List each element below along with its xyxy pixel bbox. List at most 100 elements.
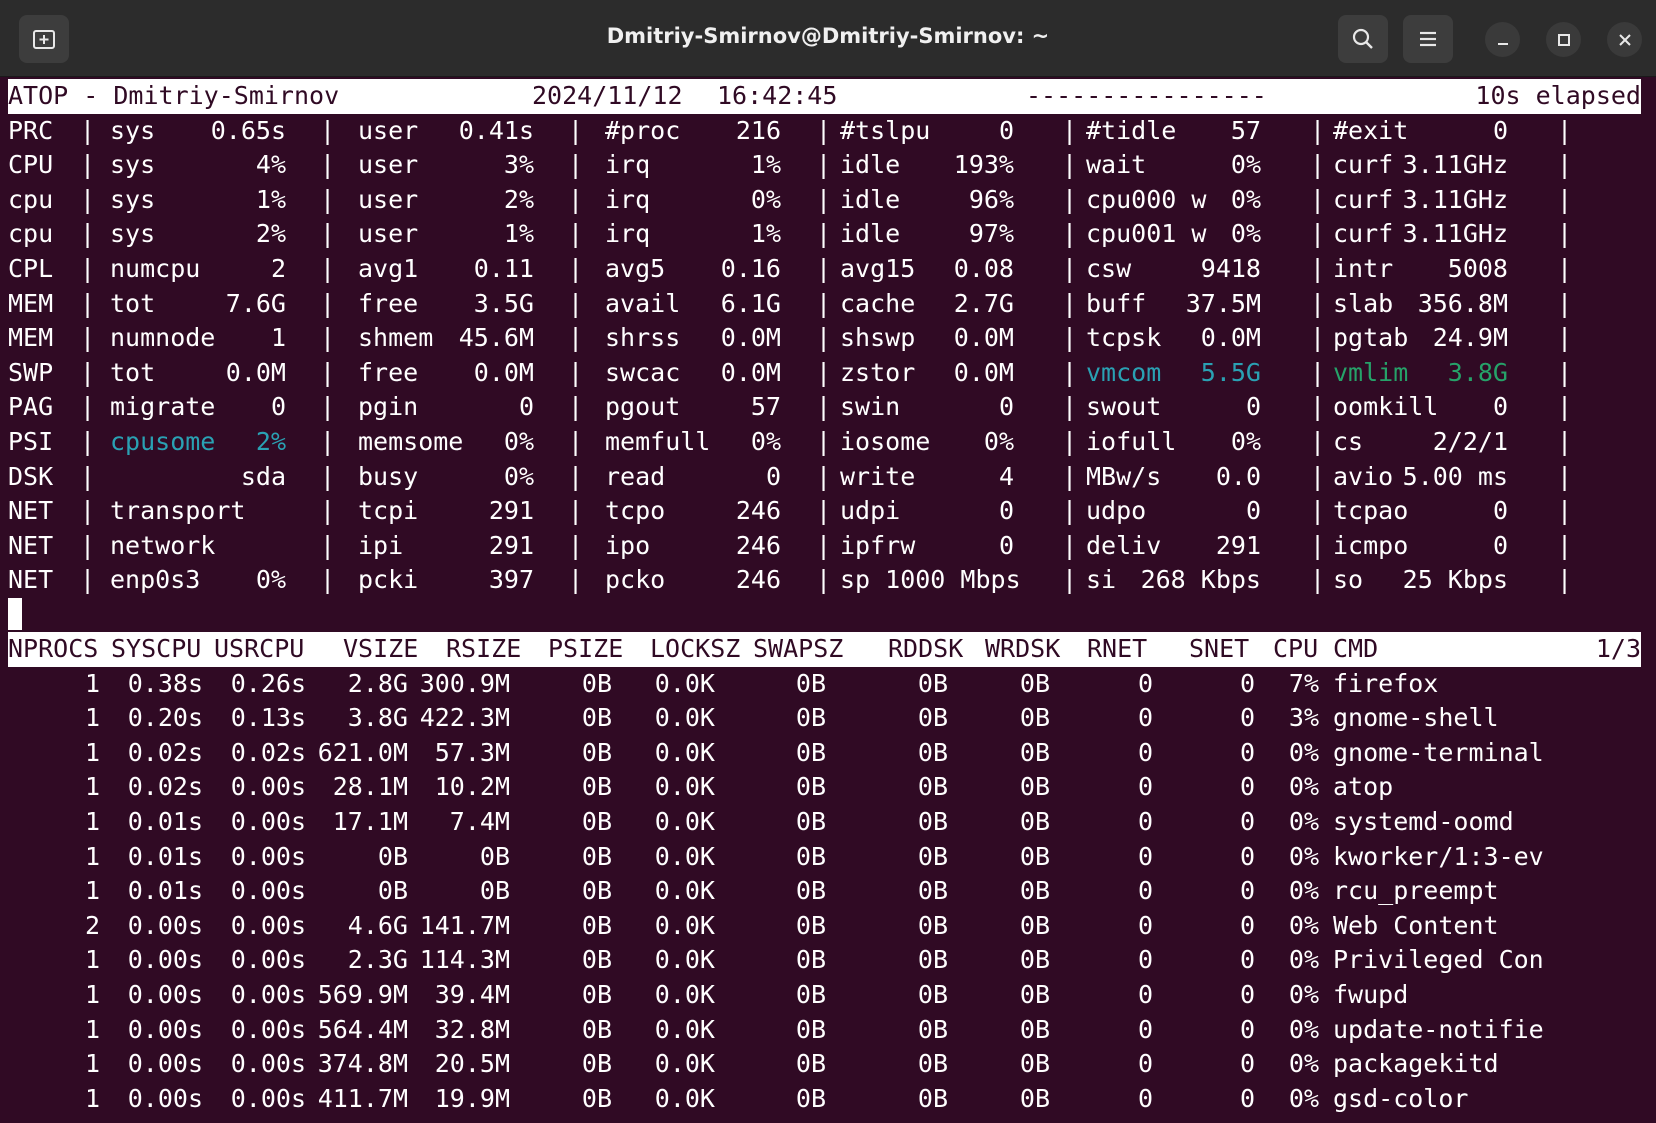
column-separator: | [1557,357,1573,387]
new-tab-button[interactable] [19,15,69,63]
header-elapsed: 10s elapsed [1475,81,1641,110]
stat-value: 0 [1492,392,1508,422]
maximize-icon [1557,33,1570,46]
column-header-wrdsk: WRDSK [985,634,1061,663]
process-row[interactable]: 1 0.00s 0.00s 569.9M 39.4M 0B 0.0K 0B 0B 0B 0 0 0% fw… [8,978,1641,1013]
column-separator: | [1557,254,1573,283]
column-header-nprocs: NPROCS [8,634,99,663]
process-row[interactable]: 1 0.01s 0.00s 17.1M 7.4M 0B 0.0K 0B 0B 0B 0 0 0% syst… [8,805,1641,840]
minimize-icon [1497,42,1508,45]
process-command: gnome-terminal [1333,737,1544,767]
stats-row-cpu: cpu | | | | | | | sys 1% user 2% irq 0% idle 96% cpu000 … [8,183,1641,218]
process-header-bar: NPROCS SYSCPU USRCPU VSIZE RSIZE PSIZE LOCKSZ S… [8,632,1641,667]
terminal-output[interactable]: ATOP - Dmitriy-Smirnov 2024/11/12 16:42:… [8,79,1649,1123]
column-separator: | [1557,219,1573,249]
stat-value: 25 Kbps [1402,565,1508,595]
stat-value: 24.9M [1432,323,1508,353]
process-row[interactable]: 1 0.02s 0.00s 28.1M 10.2M 0B 0.0K 0B 0B 0B 0 0 0% ato… [8,770,1641,805]
stats-row-cpu: CPU | | | | | | | sys 4% user 3% irq 1% idle 193% wait 0%… [8,148,1641,183]
process-cell: 7% [1288,668,1319,698]
process-cell: 0% [1288,945,1319,975]
process-row[interactable]: 1 0.20s 0.13s 3.8G 422.3M 0B 0.0K 0B 0B 0B 0 0 3% gno… [8,701,1641,736]
column-separator: | [1557,461,1573,491]
stat-value: 5008 [1447,254,1508,283]
stat-value: 3.11GHz [1402,150,1508,180]
stats-row-cpu: cpu | | | | | | | sys 2% user 1% irq 1% idle 97% cpu001 … [8,217,1641,252]
column-separator: | [80,530,96,560]
process-command: rcu_preempt [1333,876,1499,906]
stat-value: 0 [1492,115,1508,145]
process-command: firefox [1333,668,1439,698]
column-separator: | [1557,427,1573,456]
process-row[interactable]: 1 0.00s 0.00s 374.8M 20.5M 0B 0.0K 0B 0B 0B 0 0 0% pa… [8,1047,1641,1082]
process-row[interactable]: 1 0.00s 0.00s 411.7M 19.9M 0B 0.0K 0B 0B 0B 0 0 0% gs… [8,1082,1641,1117]
process-cell: 0% [1288,772,1319,802]
column-separator: | [1557,496,1573,526]
column-separator: | [816,565,832,595]
process-row[interactable]: 1 0.01s 0.00s 0B 0B 0B 0.0K 0B 0B 0B 0 0 0% kworker/1… [8,840,1641,875]
column-separator: | [1557,288,1573,318]
process-command: gsd-color [1333,1083,1469,1113]
process-cell: 0% [1288,1083,1319,1113]
process-command: Privileged Con [1333,945,1544,975]
process-cell: 0% [1288,980,1319,1009]
process-row[interactable]: 1 0.02s 0.02s 621.0M 57.3M 0B 0.0K 0B 0B 0B 0 0 0% gn… [8,736,1641,771]
process-cell: 3% [1288,703,1319,733]
stats-row-cpl: CPL | | | | | | | numcpu 2 avg1 0.11 avg5 0.16 avg15 0.… [8,252,1641,287]
row-label: NET [8,496,54,526]
stat-value: 0 [1492,496,1508,526]
stat-value: 3.11GHz [1402,184,1508,214]
row-label: NET [8,530,54,560]
process-cell: 0% [1288,841,1319,871]
stat-value: 0 [1492,530,1508,560]
process-command: systemd-oomd [1333,807,1514,836]
text-cursor [8,598,22,630]
process-command: kworker/1:3-ev [1333,841,1544,871]
column-separator: | [1557,565,1573,595]
process-command: atop [1333,772,1394,802]
process-cell: 0% [1288,1014,1319,1044]
stats-row-net: NET | | | | | | | network ipi 291 ipo 246 ipfrw 0 deliv… [8,529,1641,564]
process-command: Web Content [1333,910,1499,940]
column-separator: | [1557,530,1573,560]
close-icon [1618,33,1631,46]
stat-value: 2/2/1 [1432,427,1508,456]
header-app: ATOP - Dmitriy-Smirnov [8,81,340,110]
stat-value: 5.00 ms [1402,461,1508,491]
stats-row-mem: MEM | | | | | | | numnode 1 shmem 45.6M shrss 0.0M shs… [8,321,1641,356]
process-row[interactable]: 1 0.00s 0.00s 564.4M 32.8M 0B 0.0K 0B 0B 0B 0 0 0% up… [8,1013,1641,1048]
column-separator: | [1557,392,1573,422]
close-button[interactable] [1607,22,1642,57]
process-command: packagekitd [1333,1049,1499,1079]
column-separator: | [1557,115,1573,145]
column-separator: | [1557,323,1573,353]
stats-row-net: NET | | | | | | | enp0s3 0% pcki 397 pcko 246 sp 1000 … [8,563,1641,598]
stats-row-psi: PSI | | | | | | | cpusome 2% memsome 0% memfull 0% ios… [8,425,1641,460]
stat-value: 246 [735,565,781,595]
process-row[interactable]: 2 0.00s 0.00s 4.6G 141.7M 0B 0.0K 0B 0B 0B 0 0 0% Web… [8,909,1641,944]
column-header-psize: PSIZE [548,634,624,663]
atop-header-bar: ATOP - Dmitriy-Smirnov 2024/11/12 16:42:… [8,79,1641,114]
search-button[interactable] [1338,15,1388,63]
stats-row-mem: MEM | | | | | | | tot 7.6G free 3.5G avail 6.1G cache 2… [8,287,1641,322]
menu-button[interactable] [1403,15,1453,63]
stats-row-swp: SWP | | | | | | | tot 0.0M free 0.0M swcac 0.0M zstor 0… [8,356,1641,391]
hamburger-menu-icon [1420,31,1436,47]
stats-row-prc: PRC | | | | | | | sys 0.65s user 0.41s #proc 216 #tslp… [8,114,1641,149]
stat-value: 356.8M [1417,288,1508,318]
stats-row-dsk: DSK | | | | | | | sda busy 0% read 0 write 4 MBw/s 0.0 av… [8,460,1641,495]
column-separator: | [80,496,96,526]
process-row[interactable]: 1 0.00s 0.00s 2.3G 114.3M 0B 0.0K 0B 0B 0B 0 0 0% Pri… [8,943,1641,978]
process-row[interactable]: 1 0.01s 0.00s 0B 0B 0B 0.0K 0B 0B 0B 0 0 0% rcu_preem… [8,874,1641,909]
column-separator: | [1557,184,1573,214]
stat-value: 3.11GHz [1402,219,1508,249]
process-row[interactable]: 1 0.38s 0.26s 2.8G 300.9M 0B 0.0K 0B 0B 0B 0 0 7% fir… [8,667,1641,702]
process-command: update-notifie [1333,1014,1544,1044]
minimize-button[interactable] [1485,22,1520,57]
stats-row-net: NET | | | | | | | transport tcpi 291 tcpo 246 udpi 0 ud… [8,494,1641,529]
column-header-swapsz: SWAPSZ [753,634,844,663]
column-separator: | [1557,150,1573,180]
maximize-button[interactable] [1546,22,1581,57]
page-indicator: 1/3 [1595,634,1641,663]
title-bar: Dmitriy-Smirnov@Dmitriy-Smirnov: ~ [0,0,1656,77]
